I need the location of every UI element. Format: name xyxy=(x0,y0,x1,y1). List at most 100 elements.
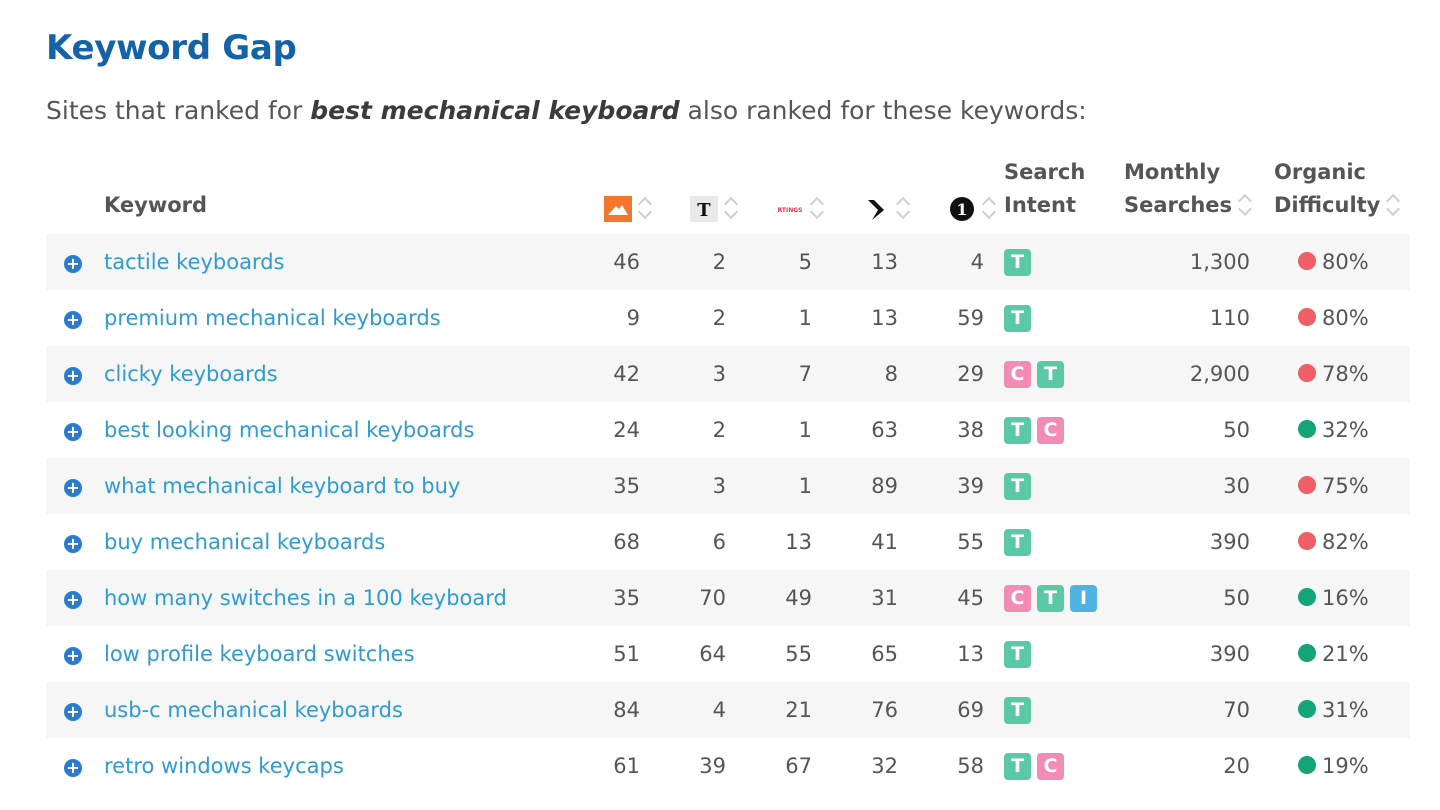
rank-cell: 13 xyxy=(832,234,918,290)
expand-plus-icon[interactable]: + xyxy=(64,759,82,777)
rank-cell: 63 xyxy=(871,418,898,442)
sort-icon[interactable] xyxy=(982,196,996,222)
difficulty-cell: 82% xyxy=(1274,514,1410,570)
keyword-link[interactable]: premium mechanical keyboards xyxy=(104,306,441,330)
nyt-logo-icon: T xyxy=(690,196,718,222)
difficulty-cell: 78% xyxy=(1274,346,1410,402)
expand-plus-icon[interactable]: + xyxy=(64,591,82,609)
rank-cell: 41 xyxy=(871,530,898,554)
organic-difficulty-column-header[interactable]: Organic Difficulty xyxy=(1274,150,1410,234)
rank-cell: 13 xyxy=(871,306,898,330)
expand-plus-icon[interactable]: + xyxy=(64,703,82,721)
rank-cell: 45 xyxy=(918,570,1004,626)
rank-cell: 29 xyxy=(918,346,1004,402)
table-header-row: Keyword T RTINGS 1 Search Intent Monthly… xyxy=(46,150,1410,234)
intent-badge: C xyxy=(1004,584,1031,612)
subtitle-prefix: Sites that ranked for xyxy=(46,96,311,125)
sort-icon[interactable] xyxy=(896,196,910,222)
expand-plus-icon[interactable]: + xyxy=(64,367,82,385)
rank-cell: 6 xyxy=(712,530,726,554)
site-column-4[interactable] xyxy=(832,150,918,234)
keyword-link[interactable]: buy mechanical keyboards xyxy=(104,530,385,554)
keyword-cell: how many switches in a 100 keyboard xyxy=(104,570,564,626)
intent-badge: T xyxy=(1004,528,1031,556)
difficulty-dot-icon xyxy=(1298,364,1316,382)
difficulty-cell: 19% xyxy=(1274,738,1410,794)
expand-cell: + xyxy=(46,514,104,570)
keyword-link[interactable]: what mechanical keyboard to buy xyxy=(104,474,460,498)
monthly-searches-cell: 20 xyxy=(1223,754,1250,778)
sort-icon[interactable] xyxy=(724,196,738,222)
rank-cell: 49 xyxy=(746,570,832,626)
expand-plus-icon[interactable]: + xyxy=(64,479,82,497)
difficulty-value: 80% xyxy=(1322,250,1369,274)
keyword-link[interactable]: clicky keyboards xyxy=(104,362,278,386)
monthly-searches-column-header[interactable]: Monthly Searches xyxy=(1124,150,1274,234)
rank-cell: 2 xyxy=(712,306,726,330)
intent-badge: C xyxy=(1037,416,1064,444)
rank-cell: 39 xyxy=(918,458,1004,514)
expand-plus-icon[interactable]: + xyxy=(64,311,82,329)
search-intent-cell: TC xyxy=(1004,402,1124,458)
rank-cell: 9 xyxy=(626,306,640,330)
intent-badge: T xyxy=(1037,360,1064,388)
rank-cell: 4 xyxy=(660,682,746,738)
keyword-link[interactable]: low profile keyboard switches xyxy=(104,642,415,666)
sort-icon[interactable] xyxy=(1386,193,1400,219)
verge-logo-icon xyxy=(868,200,884,220)
expand-cell: + xyxy=(46,234,104,290)
rank-cell: 67 xyxy=(785,754,812,778)
difficulty-value: 19% xyxy=(1322,754,1369,778)
monthly-searches-cell: 50 xyxy=(1223,418,1250,442)
monthly-header-line2: Searches xyxy=(1124,193,1233,217)
keyword-cell: retro windows keycaps xyxy=(104,738,564,794)
rank-cell: 70 xyxy=(660,570,746,626)
difficulty-dot-icon xyxy=(1298,308,1316,326)
difficulty-cell: 80% xyxy=(1274,290,1410,346)
rank-cell: 31 xyxy=(832,570,918,626)
expand-plus-icon[interactable]: + xyxy=(64,255,82,273)
rank-cell: 89 xyxy=(832,458,918,514)
site-column-3[interactable]: RTINGS xyxy=(746,150,832,234)
organic-header-line2: Difficulty xyxy=(1274,193,1381,217)
site-column-2[interactable]: T xyxy=(660,150,746,234)
keyword-link[interactable]: how many switches in a 100 keyboard xyxy=(104,586,507,610)
keyword-link[interactable]: usb-c mechanical keyboards xyxy=(104,698,403,722)
expand-plus-icon[interactable]: + xyxy=(64,535,82,553)
rank-cell: 8 xyxy=(832,346,918,402)
expand-cell: + xyxy=(46,682,104,738)
keyword-column-header[interactable]: Keyword xyxy=(104,150,564,234)
keyword-cell: usb-c mechanical keyboards xyxy=(104,682,564,738)
expand-plus-icon[interactable]: + xyxy=(64,423,82,441)
site-column-1[interactable] xyxy=(564,150,660,234)
table-row: + how many switches in a 100 keyboard 35 70… xyxy=(46,570,1410,626)
expand-plus-icon[interactable]: + xyxy=(64,647,82,665)
table-row: + clicky keyboards 42 3 7 8 29 C T 2,900 78% xyxy=(46,346,1410,402)
sort-icon[interactable] xyxy=(638,196,652,222)
table-body: + tactile keyboards 46 2 5 13 4 T 1,300 80% + premi… xyxy=(46,234,1410,794)
keyword-gap-table: Keyword T RTINGS 1 Search Intent Monthly… xyxy=(46,150,1410,794)
rank-cell: 4 xyxy=(918,234,1004,290)
sort-icon[interactable] xyxy=(1238,193,1252,219)
expand-cell: + xyxy=(46,290,104,346)
rank-cell: 51 xyxy=(613,642,640,666)
rank-cell: 65 xyxy=(871,642,898,666)
keyword-cell: what mechanical keyboard to buy xyxy=(104,458,564,514)
intent-badge: C xyxy=(1004,360,1031,388)
rank-cell: 84 xyxy=(564,682,660,738)
intent-badge: T xyxy=(1004,696,1031,724)
sort-icon[interactable] xyxy=(810,196,824,222)
monthly-searches-cell: 70 xyxy=(1124,682,1274,738)
rank-cell: 42 xyxy=(564,346,660,402)
rank-cell: 59 xyxy=(957,306,984,330)
intent-badge: T xyxy=(1004,752,1031,780)
keyword-cell: premium mechanical keyboards xyxy=(104,290,564,346)
keyword-link[interactable]: tactile keyboards xyxy=(104,250,285,274)
intent-badge: T xyxy=(1004,304,1031,332)
nyt-logo-letter: T xyxy=(697,200,711,221)
keyword-link[interactable]: best looking mechanical keyboards xyxy=(104,418,474,442)
keyword-link[interactable]: retro windows keycaps xyxy=(104,754,344,778)
site-column-5[interactable]: 1 xyxy=(918,150,1004,234)
search-intent-column-header[interactable]: Search Intent xyxy=(1004,150,1124,234)
difficulty-cell: 32% xyxy=(1274,402,1410,458)
